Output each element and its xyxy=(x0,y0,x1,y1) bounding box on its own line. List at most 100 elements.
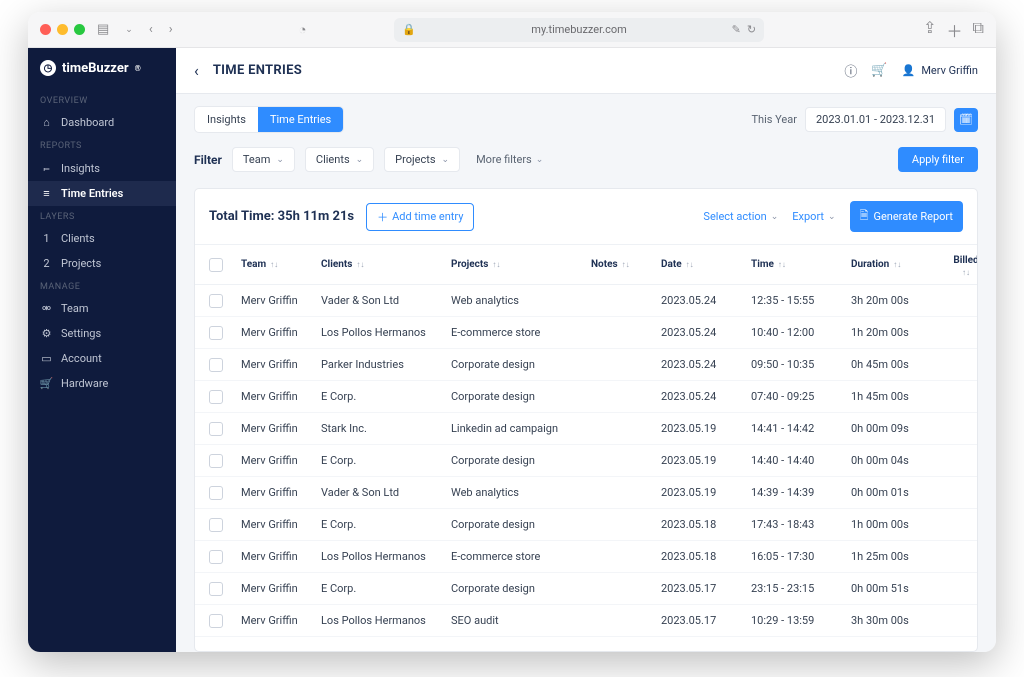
brand[interactable]: ◷ timeBuzzer® xyxy=(28,48,176,90)
cell-duration: 0h 00m 09s xyxy=(851,422,941,435)
row-checkbox[interactable] xyxy=(209,326,223,340)
window-minimize-icon[interactable] xyxy=(57,24,68,35)
cart-icon[interactable]: 🛒 xyxy=(871,63,887,78)
table-row[interactable]: Merv GriffinE Corp.Corporate design2023.… xyxy=(195,509,977,541)
col-billed[interactable]: Billed↑↓ xyxy=(941,255,978,275)
help-icon[interactable]: ⓘ xyxy=(844,61,857,80)
sidebar-item-projects[interactable]: 2Projects xyxy=(28,251,176,276)
cell-project: Corporate design xyxy=(451,582,591,595)
row-checkbox[interactable] xyxy=(209,518,223,532)
filter-clients[interactable]: Clients⌄ xyxy=(305,147,374,172)
tab-time-entries[interactable]: Time Entries xyxy=(258,107,343,132)
window-close-icon[interactable] xyxy=(40,24,51,35)
cell-client: Los Pollos Hermanos xyxy=(321,326,451,339)
tab-insights[interactable]: Insights xyxy=(195,107,258,132)
reload-icon[interactable]: ↻ xyxy=(747,23,756,36)
row-checkbox[interactable] xyxy=(209,486,223,500)
cell-team: Merv Griffin xyxy=(241,614,321,627)
sort-icon: ↑↓ xyxy=(492,262,500,267)
table-row[interactable]: Merv GriffinE Corp.Corporate design2023.… xyxy=(195,381,977,413)
row-checkbox[interactable] xyxy=(209,294,223,308)
cell-team: Merv Griffin xyxy=(241,486,321,499)
row-checkbox[interactable] xyxy=(209,454,223,468)
window-zoom-icon[interactable] xyxy=(74,24,85,35)
col-projects[interactable]: Projects↑↓ xyxy=(451,259,591,270)
cell-date: 2023.05.24 xyxy=(661,390,751,403)
cell-project: E-commerce store xyxy=(451,326,591,339)
table-row[interactable]: Merv GriffinLos Pollos HermanosE-commerc… xyxy=(195,541,977,573)
sidebar-item-label: Team xyxy=(61,302,89,315)
sidebar-item-account[interactable]: ▭Account xyxy=(28,346,176,371)
filter-team[interactable]: Team⌄ xyxy=(232,147,295,172)
calendar-icon[interactable]: 🗓 xyxy=(954,108,978,132)
cell-duration: 3h 30m 00s xyxy=(851,614,941,627)
cell-project: Corporate design xyxy=(451,454,591,467)
cell-team: Merv Griffin xyxy=(241,422,321,435)
export-dropdown[interactable]: Export⌄ xyxy=(792,210,835,223)
sidebar-item-clients[interactable]: 1Clients xyxy=(28,226,176,251)
table-row[interactable]: Merv GriffinE Corp.Corporate design2023.… xyxy=(195,573,977,605)
sidebar-item-dashboard[interactable]: ⌂Dashboard xyxy=(28,110,176,135)
sort-icon: ↑↓ xyxy=(622,262,630,267)
sort-icon: ↑↓ xyxy=(962,270,970,275)
table-row[interactable]: Merv GriffinVader & Son LtdWeb analytics… xyxy=(195,285,977,317)
chevron-down-icon: ⌄ xyxy=(356,155,364,165)
cell-client: Los Pollos Hermanos xyxy=(321,550,451,563)
sidebar-item-team[interactable]: ⚮ Team xyxy=(28,296,176,321)
cell-team: Merv Griffin xyxy=(241,550,321,563)
row-checkbox[interactable] xyxy=(209,614,223,628)
sidebar-item-hardware[interactable]: 🛒Hardware xyxy=(28,371,176,396)
share-icon[interactable]: ⇪ xyxy=(923,18,936,42)
add-time-entry-button[interactable]: ＋Add time entry xyxy=(366,203,474,231)
back-icon[interactable]: ‹ xyxy=(145,22,157,37)
shield-icon[interactable]: ◔ xyxy=(295,22,311,38)
col-team[interactable]: Team↑↓ xyxy=(241,259,321,270)
cell-date: 2023.05.19 xyxy=(661,486,751,499)
sidebar-item-insights[interactable]: ⫭Insights xyxy=(28,155,176,181)
col-duration[interactable]: Duration↑↓ xyxy=(851,259,941,270)
col-time[interactable]: Time↑↓ xyxy=(751,259,851,270)
col-notes[interactable]: Notes↑↓ xyxy=(591,259,661,270)
sidebar-item-time-entries[interactable]: ≡Time Entries xyxy=(28,181,176,206)
new-tab-icon[interactable]: ＋ xyxy=(947,18,963,42)
tabs-icon[interactable]: ⧉ xyxy=(973,18,984,42)
address-bar[interactable]: 🔒 my.timebuzzer.com ✎↻ xyxy=(394,18,764,42)
cell-client: E Corp. xyxy=(321,390,451,403)
table-row[interactable]: Merv GriffinStark Inc.Linkedin ad campai… xyxy=(195,413,977,445)
generate-report-button[interactable]: 🗎Generate Report xyxy=(850,201,963,232)
sidebar-toggle-icon[interactable]: ▤ xyxy=(93,22,113,37)
filter-projects[interactable]: Projects⌄ xyxy=(384,147,460,172)
nav-icon: ⚮ xyxy=(40,302,53,315)
cell-duration: 1h 00m 00s xyxy=(851,518,941,531)
back-button[interactable]: ‹ xyxy=(194,61,199,80)
row-checkbox[interactable] xyxy=(209,550,223,564)
forward-icon[interactable]: › xyxy=(165,22,177,37)
user-name: Merv Griffin xyxy=(921,64,978,77)
sort-icon: ↑↓ xyxy=(686,262,694,267)
nav-icon: 🛒 xyxy=(40,377,53,390)
sidebar-item-label: Dashboard xyxy=(61,116,114,129)
table-row[interactable]: Merv GriffinParker IndustriesCorporate d… xyxy=(195,349,977,381)
row-checkbox[interactable] xyxy=(209,582,223,596)
row-checkbox[interactable] xyxy=(209,422,223,436)
chevron-down-icon[interactable]: ⌄ xyxy=(121,25,137,35)
select-action-dropdown[interactable]: Select action⌄ xyxy=(703,210,778,223)
row-checkbox[interactable] xyxy=(209,390,223,404)
user-menu[interactable]: 👤 Merv Griffin xyxy=(902,64,978,77)
row-checkbox[interactable] xyxy=(209,358,223,372)
col-clients[interactable]: Clients↑↓ xyxy=(321,259,451,270)
sidebar-item-settings[interactable]: ⚙Settings xyxy=(28,321,176,346)
cell-client: Vader & Son Ltd xyxy=(321,486,451,499)
apply-filter-button[interactable]: Apply filter xyxy=(898,147,978,172)
chevron-down-icon: ⌄ xyxy=(828,212,836,222)
chevron-down-icon: ⌄ xyxy=(536,155,544,165)
select-all-checkbox[interactable] xyxy=(209,258,223,272)
translate-icon[interactable]: ✎ xyxy=(732,23,741,36)
col-date[interactable]: Date↑↓ xyxy=(661,259,751,270)
table-row[interactable]: Merv GriffinE Corp.Corporate design2023.… xyxy=(195,445,977,477)
table-row[interactable]: Merv GriffinLos Pollos HermanosSEO audit… xyxy=(195,605,977,637)
date-range-picker[interactable]: 2023.01.01 - 2023.12.31 xyxy=(805,107,946,132)
table-row[interactable]: Merv GriffinLos Pollos HermanosE-commerc… xyxy=(195,317,977,349)
table-row[interactable]: Merv GriffinVader & Son LtdWeb analytics… xyxy=(195,477,977,509)
more-filters[interactable]: More filters⌄ xyxy=(476,153,543,166)
